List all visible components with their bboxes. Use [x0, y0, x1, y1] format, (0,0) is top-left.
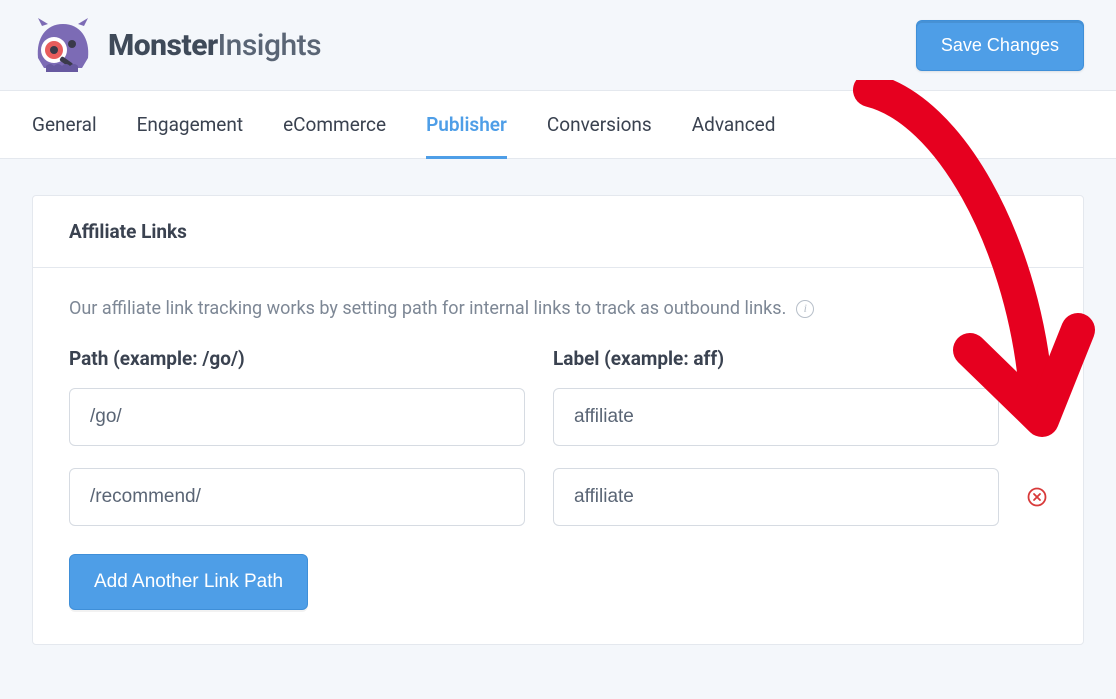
- settings-tabs: General Engagement eCommerce Publisher C…: [0, 90, 1116, 159]
- path-input[interactable]: [69, 388, 525, 446]
- page-header: MonsterInsights Save Changes: [0, 0, 1116, 90]
- path-column-header: Path (example: /go/): [69, 347, 525, 370]
- panel-body: Our affiliate link tracking works by set…: [33, 268, 1083, 644]
- brand-logo: MonsterInsights: [32, 18, 321, 72]
- content-area: Affiliate Links Our affiliate link track…: [0, 159, 1116, 681]
- link-row: [69, 388, 1047, 446]
- monster-logo-icon: [32, 18, 94, 72]
- brand-light: Insights: [218, 28, 321, 63]
- columns-header: Path (example: /go/) Label (example: aff…: [69, 347, 1047, 370]
- label-column-header: Label (example: aff): [553, 347, 1047, 370]
- link-row: [69, 468, 1047, 526]
- panel-title: Affiliate Links: [33, 196, 1083, 268]
- panel-description: Our affiliate link tracking works by set…: [69, 298, 786, 319]
- save-changes-button[interactable]: Save Changes: [916, 20, 1084, 71]
- brand-bold: Monster: [108, 28, 218, 63]
- label-input[interactable]: [553, 468, 999, 526]
- remove-row-button[interactable]: [1027, 407, 1047, 427]
- tab-publisher[interactable]: Publisher: [426, 91, 507, 159]
- remove-icon: [1027, 487, 1047, 507]
- tab-general[interactable]: General: [32, 91, 97, 159]
- path-input[interactable]: [69, 468, 525, 526]
- remove-row-button[interactable]: [1027, 487, 1047, 507]
- add-link-path-button[interactable]: Add Another Link Path: [69, 554, 308, 610]
- brand-name: MonsterInsights: [108, 28, 321, 63]
- tab-advanced[interactable]: Advanced: [692, 91, 776, 159]
- panel-description-row: Our affiliate link tracking works by set…: [69, 298, 1047, 319]
- tab-engagement[interactable]: Engagement: [137, 91, 244, 159]
- tab-ecommerce[interactable]: eCommerce: [283, 91, 386, 159]
- tab-conversions[interactable]: Conversions: [547, 91, 652, 159]
- remove-icon: [1027, 407, 1047, 427]
- affiliate-links-panel: Affiliate Links Our affiliate link track…: [32, 195, 1084, 645]
- label-input[interactable]: [553, 388, 999, 446]
- info-icon[interactable]: i: [796, 300, 814, 318]
